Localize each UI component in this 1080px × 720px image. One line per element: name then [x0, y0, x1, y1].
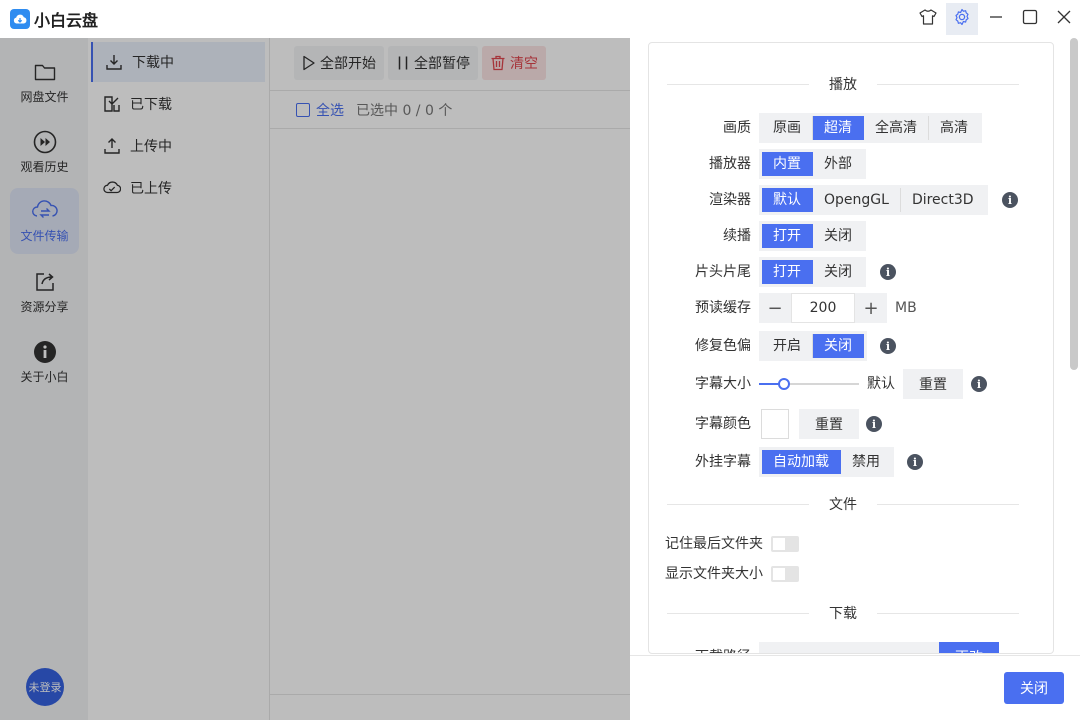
info-icon[interactable]: i — [880, 338, 896, 354]
fix-color-option[interactable]: 开启 — [762, 334, 813, 358]
setting-label: 字幕颜色 — [695, 416, 751, 432]
setting-fix-color: 修复色偏 开启 关闭 i — [649, 331, 1053, 361]
player-segmented: 内置 外部 — [759, 149, 866, 179]
skip-intro-option[interactable]: 打开 — [762, 260, 813, 284]
maximize-button[interactable] — [1014, 3, 1046, 35]
section-title-download: 下载 — [667, 603, 1019, 623]
renderer-option[interactable]: Direct3D — [901, 188, 985, 212]
setting-resume: 续播 打开 关闭 — [649, 221, 1053, 251]
decrement-button[interactable]: − — [759, 293, 791, 323]
quality-option[interactable]: 全高清 — [864, 116, 929, 140]
setting-remember-folder: 记住最后文件夹 — [649, 529, 1053, 559]
info-icon[interactable]: i — [866, 416, 882, 432]
setting-external-subtitle: 外挂字幕 自动加载 禁用 i — [649, 447, 1053, 477]
setting-label: 下载路径 — [695, 642, 751, 653]
gear-icon — [953, 8, 971, 30]
setting-label: 播放器 — [709, 156, 751, 172]
external-subtitle-option[interactable]: 自动加载 — [762, 450, 841, 474]
setting-show-folder-size: 显示文件夹大小 — [649, 559, 1053, 589]
setting-preload: 预读缓存 − 200 + MB — [649, 293, 1053, 323]
maximize-icon — [1022, 9, 1038, 29]
settings-button[interactable] — [946, 3, 978, 35]
app-logo-icon — [10, 9, 30, 29]
renderer-option[interactable]: OpengGL — [813, 188, 901, 212]
setting-label: 预读缓存 — [695, 300, 751, 316]
setting-label: 修复色偏 — [695, 338, 751, 354]
setting-label: 续播 — [723, 228, 751, 244]
increment-button[interactable]: + — [855, 293, 887, 323]
show-folder-size-switch[interactable] — [771, 566, 799, 582]
minimize-icon — [989, 10, 1003, 28]
reset-subtitle-size-button[interactable]: 重置 — [903, 369, 963, 399]
section-title-play: 播放 — [667, 74, 1019, 94]
resume-option[interactable]: 打开 — [762, 224, 813, 248]
theme-button[interactable] — [912, 3, 944, 35]
setting-label: 字幕大小 — [695, 376, 751, 392]
close-settings-button[interactable]: 关闭 — [1004, 672, 1064, 704]
setting-label: 画质 — [723, 120, 751, 136]
fix-color-segmented: 开启 关闭 — [759, 331, 867, 361]
setting-skip-intro: 片头片尾 打开 关闭 i — [649, 257, 1053, 287]
setting-subtitle-color: 字幕颜色 重置 i — [649, 409, 1053, 439]
subtitle-size-slider[interactable] — [759, 378, 859, 390]
minimize-button[interactable] — [980, 3, 1012, 35]
skip-intro-segmented: 打开 关闭 — [759, 257, 866, 287]
close-icon — [1057, 10, 1071, 28]
download-path-input[interactable] — [759, 642, 939, 653]
setting-label: 片头片尾 — [695, 264, 751, 280]
section-title-file: 文件 — [667, 494, 1019, 514]
settings-panel: 播放 画质 原画 超清 全高清 高清 播放器 内置 外部 渲染器 默认 Open — [648, 42, 1054, 654]
title-bar: 小白云盘 — [0, 0, 1080, 38]
info-icon[interactable]: i — [1002, 192, 1018, 208]
app-title: 小白云盘 — [34, 11, 99, 30]
renderer-option[interactable]: 默认 — [762, 188, 813, 212]
reset-subtitle-color-button[interactable]: 重置 — [799, 409, 859, 439]
fix-color-option[interactable]: 关闭 — [813, 334, 864, 358]
external-subtitle-option[interactable]: 禁用 — [841, 450, 891, 474]
setting-subtitle-size: 字幕大小 默认 重置 i — [649, 369, 1053, 399]
slider-handle[interactable] — [778, 378, 790, 390]
unit-label: MB — [895, 300, 917, 316]
quality-option[interactable]: 高清 — [929, 116, 979, 140]
setting-quality: 画质 原画 超清 全高清 高清 — [649, 113, 1053, 143]
change-path-button[interactable]: 更改 — [939, 642, 999, 653]
settings-drawer: 播放 画质 原画 超清 全高清 高清 播放器 内置 外部 渲染器 默认 Open — [630, 38, 1080, 720]
setting-renderer: 渲染器 默认 OpengGL Direct3D i — [649, 185, 1053, 215]
renderer-segmented: 默认 OpengGL Direct3D — [759, 185, 988, 215]
quality-option[interactable]: 超清 — [813, 116, 864, 140]
setting-label: 记住最后文件夹 — [665, 536, 763, 552]
resume-segmented: 打开 关闭 — [759, 221, 866, 251]
subtitle-size-value: 默认 — [867, 376, 895, 392]
subtitle-color-swatch[interactable] — [761, 409, 789, 439]
setting-label: 渲染器 — [709, 192, 751, 208]
quality-segmented: 原画 超清 全高清 高清 — [759, 113, 982, 143]
setting-player: 播放器 内置 外部 — [649, 149, 1053, 179]
info-icon[interactable]: i — [880, 264, 896, 280]
setting-download-path: 下载路径 更改 — [649, 642, 1053, 653]
shirt-icon — [919, 9, 937, 29]
settings-scrollbar[interactable] — [1070, 38, 1078, 370]
close-window-button[interactable] — [1048, 3, 1080, 35]
skip-intro-option[interactable]: 关闭 — [813, 260, 863, 284]
resume-option[interactable]: 关闭 — [813, 224, 863, 248]
info-icon[interactable]: i — [907, 454, 923, 470]
preload-stepper: − 200 + — [759, 293, 887, 323]
player-option[interactable]: 内置 — [762, 152, 813, 176]
divider — [630, 655, 1080, 656]
remember-folder-switch[interactable] — [771, 536, 799, 552]
setting-label: 显示文件夹大小 — [665, 566, 763, 582]
preload-input[interactable]: 200 — [791, 293, 855, 323]
external-subtitle-segmented: 自动加载 禁用 — [759, 447, 894, 477]
info-icon[interactable]: i — [971, 376, 987, 392]
setting-label: 外挂字幕 — [695, 454, 751, 470]
quality-option[interactable]: 原画 — [762, 116, 813, 140]
player-option[interactable]: 外部 — [813, 152, 863, 176]
modal-overlay[interactable] — [0, 38, 630, 720]
